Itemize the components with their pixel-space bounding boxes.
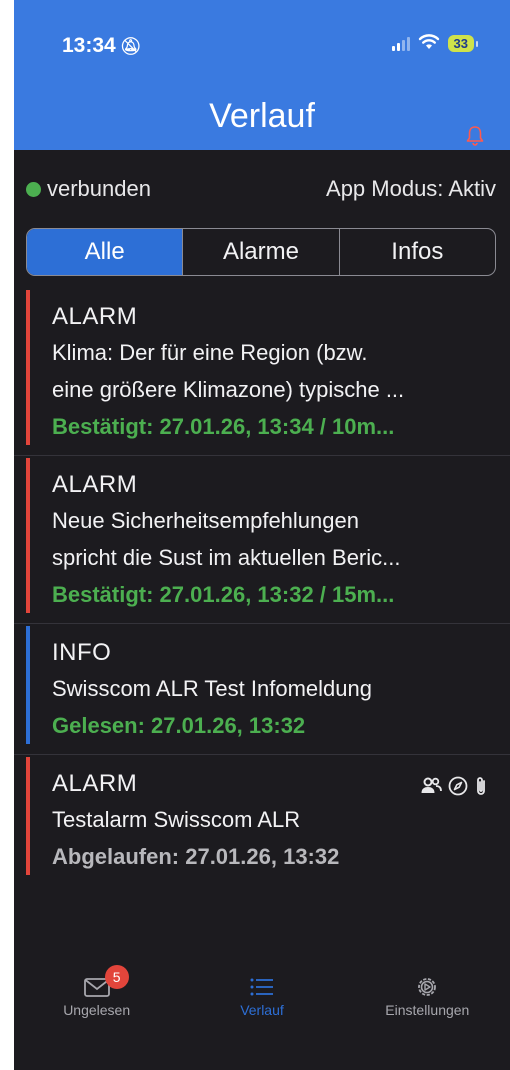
- attachment-icon: [477, 777, 485, 795]
- gear-icon: [418, 978, 437, 996]
- nav-settings-icon-wrap: [415, 972, 439, 1002]
- nav-history-icon-wrap: [249, 972, 275, 1002]
- alarm-indicator: [26, 290, 30, 445]
- group-icon: [421, 777, 442, 793]
- item-text: Swisscom ALR Test Infomeldung: [52, 676, 372, 701]
- item-status: Gelesen: 27.01.26, 13:32: [52, 713, 306, 738]
- list-item[interactable]: ALARM Testalarm Swisscom ALR Abgelaufen:…: [14, 755, 510, 885]
- item-status: Bestätigt: 27.01.26, 13:34 / 10m...: [52, 414, 395, 439]
- signal-icon: [391, 35, 410, 51]
- item-text: Neue Sicherheitsempfehlungen: [52, 508, 359, 533]
- nav-settings[interactable]: Einstellungen: [345, 962, 510, 1070]
- item-icons: [420, 775, 488, 797]
- item-text: Klima: Der für eine Region (bzw.: [52, 340, 368, 365]
- connection-row: verbunden App Modus: Aktiv: [26, 176, 496, 202]
- connection-status: verbunden: [26, 176, 151, 202]
- nav-history[interactable]: Verlauf: [179, 962, 344, 1070]
- compass-icon: [448, 776, 468, 796]
- history-list: ALARM Klima: Der für eine Region (bzw. e…: [14, 288, 510, 885]
- nav-unread[interactable]: 5 Ungelesen: [14, 962, 179, 1070]
- nav-history-label: Verlauf: [240, 1002, 284, 1018]
- phone-screen: 13:34 🔕︎ 33 Verlauf verbunden App Modus: …: [14, 0, 510, 1070]
- bottom-navigation: 5 Ungelesen Verlauf Einstellungen: [14, 962, 510, 1070]
- app-bar: 13:34 🔕︎ 33 Verlauf: [14, 0, 510, 150]
- info-indicator: [26, 626, 30, 744]
- app-mode-label: App Modus: Aktiv: [326, 176, 496, 201]
- item-type: INFO: [52, 639, 112, 666]
- nav-settings-label: Einstellungen: [385, 1002, 470, 1018]
- connected-dot-icon: [26, 181, 41, 197]
- alarm-indicator: [26, 458, 30, 613]
- muted-bell-icon: 🔕︎: [119, 37, 142, 56]
- clock: 13:34: [62, 34, 116, 57]
- item-type: ALARM: [52, 303, 138, 330]
- item-text: eine größere Klimazone) typische ...: [52, 377, 405, 402]
- item-text: spricht die Sust im aktuellen Beric...: [52, 545, 401, 570]
- unread-badge: 5: [104, 965, 129, 989]
- tab-infos[interactable]: Infos: [338, 229, 495, 275]
- list-item[interactable]: ALARM Klima: Der für eine Region (bzw. e…: [14, 288, 510, 456]
- item-type: ALARM: [52, 471, 138, 498]
- nav-unread-icon-wrap: 5: [83, 965, 129, 1002]
- list-icon: [250, 978, 273, 996]
- list-item[interactable]: INFO Swisscom ALR Test Infomeldung Geles…: [14, 624, 510, 755]
- alarm-indicator: [26, 757, 30, 875]
- status-time: 13:34 🔕︎: [62, 34, 141, 58]
- filter-tabs: Alle Alarme Infos: [26, 228, 496, 276]
- list-item[interactable]: ALARM Neue Sicherheitsempfehlungen spric…: [14, 456, 510, 624]
- page-title: Verlauf: [209, 97, 315, 135]
- connection-label: verbunden: [47, 176, 151, 201]
- bell-icon[interactable]: [466, 125, 484, 147]
- item-status: Abgelaufen: 27.01.26, 13:32: [52, 844, 340, 869]
- item-status: Bestätigt: 27.01.26, 13:32 / 15m...: [52, 582, 395, 607]
- wifi-icon: [418, 33, 440, 53]
- status-indicators: 33: [391, 33, 479, 53]
- tab-alarme[interactable]: Alarme: [182, 229, 338, 275]
- tab-alle[interactable]: Alle: [27, 229, 183, 275]
- item-text: Testalarm Swisscom ALR: [52, 807, 301, 832]
- battery-icon: 33: [447, 34, 479, 52]
- nav-unread-label: Ungelesen: [63, 1002, 131, 1018]
